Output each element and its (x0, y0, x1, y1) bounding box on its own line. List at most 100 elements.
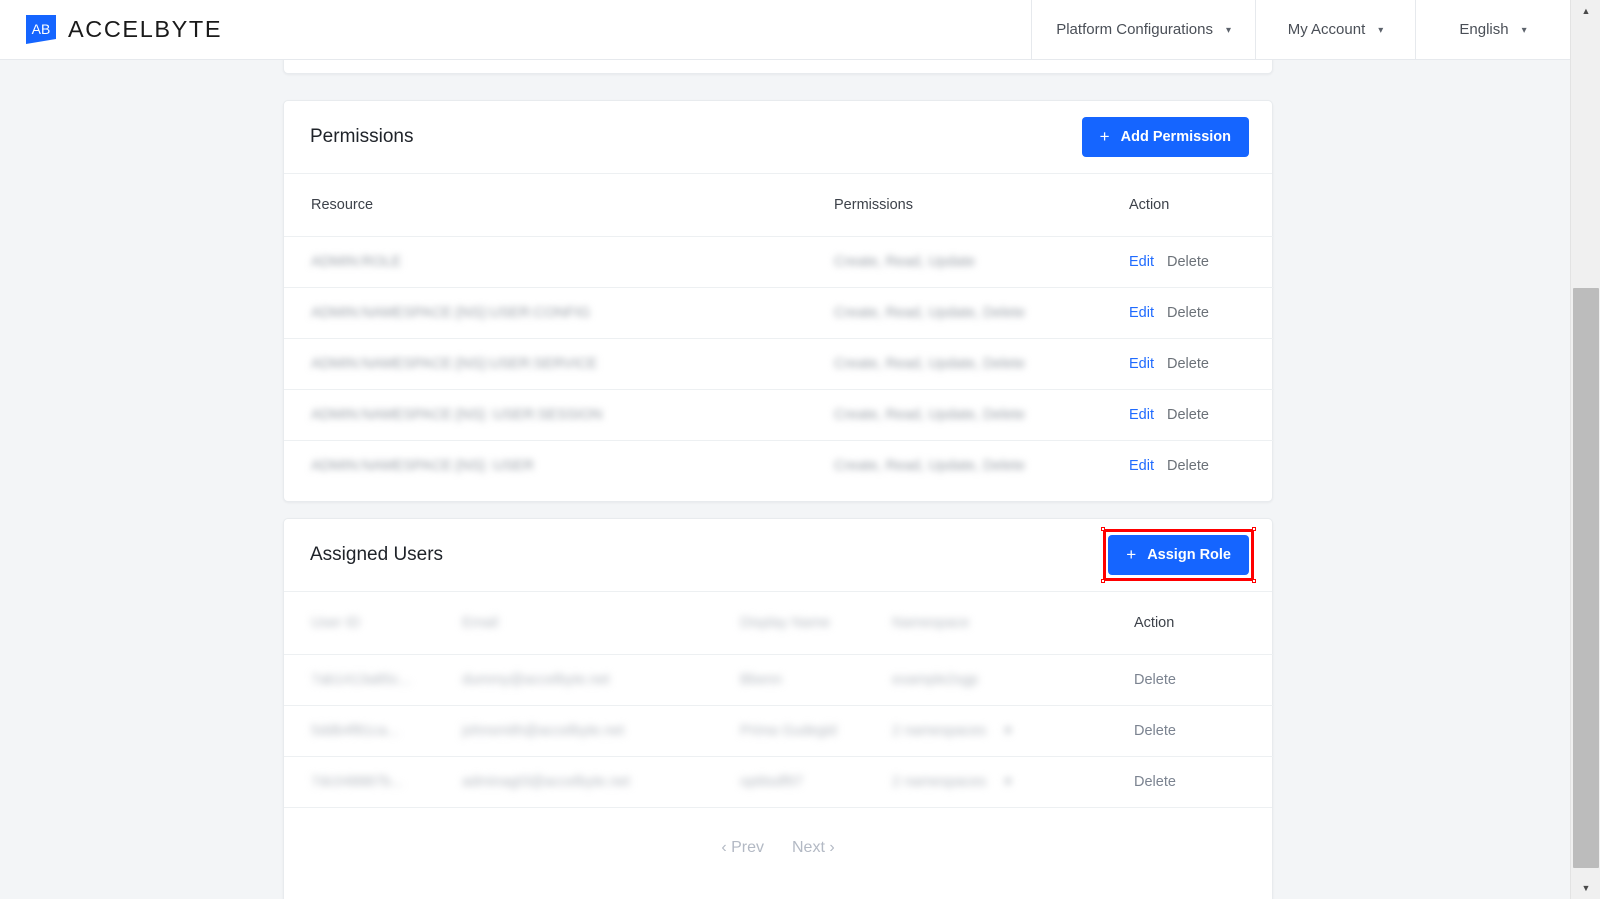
permission-resource: ADMIN:NAMESPACE:{NS} :USER (311, 457, 534, 474)
column-namespace: Namespace (892, 614, 970, 631)
permissions-card-header: Permissions + Add Permission (284, 101, 1272, 174)
chevron-down-icon: ▾ (1521, 24, 1527, 36)
table-row: ADMIN:NAMESPACE:{NS} :USER:SESSION Creat… (284, 389, 1274, 440)
user-display-name-value: Prima Gudegid (740, 722, 837, 739)
user-email-value: johnsmith@accelbyte.net (462, 722, 625, 739)
assign-role-label: Assign Role (1147, 547, 1231, 563)
permissions-card: Permissions + Add Permission Resource Pe… (283, 100, 1274, 502)
permission-permissions: Create, Read, Update, Delete (834, 355, 1026, 372)
user-id-value: 7dc048887b... (311, 773, 403, 790)
accelbyte-logo-icon: AB (25, 14, 57, 45)
pagination-prev-button[interactable]: ‹ Prev (721, 839, 764, 857)
chevron-down-icon[interactable]: ▾ (1004, 774, 1011, 790)
edit-permission-link[interactable]: Edit (1129, 356, 1154, 372)
table-row: ADMIN:ROLE Create, Read, Update Edit Dele… (284, 236, 1274, 287)
assign-role-button[interactable]: + Assign Role (1108, 535, 1249, 575)
table-row: 7dc048887b... adminagt3@accelbyte.net op… (284, 756, 1274, 807)
header-spacer (222, 0, 1031, 59)
delete-user-link[interactable]: Delete (1134, 723, 1176, 739)
user-id-value: 7ab1413a85c... (311, 671, 411, 688)
user-email-value: adminagt3@accelbyte.net (462, 773, 630, 790)
column-email: Email (462, 614, 499, 631)
nav-my-account[interactable]: My Account ▾ (1255, 0, 1415, 59)
column-action: Action (1129, 196, 1170, 213)
scrollbar-thumb[interactable] (1573, 288, 1599, 868)
permission-permissions: Create, Read, Update, Delete (834, 304, 1026, 321)
selection-handle-bottom-right (1252, 579, 1256, 583)
permissions-header-row: Resource Permissions Action (284, 174, 1274, 236)
scroll-up-arrow-icon[interactable]: ▲ (1571, 0, 1600, 22)
delete-permission-link[interactable]: Delete (1167, 254, 1209, 270)
scroll-down-arrow-icon[interactable]: ▼ (1571, 877, 1600, 899)
permission-resource: ADMIN:NAMESPACE:{NS}:USER:SERVICE (311, 355, 598, 372)
user-id-value: 5ddb4f81ca... (311, 722, 399, 739)
column-display-name: Display Name (740, 614, 831, 631)
plus-icon: + (1126, 545, 1137, 564)
nav-platform-configurations[interactable]: Platform Configurations ▾ (1031, 0, 1255, 59)
permission-resource: ADMIN:NAMESPACE:{NS} :USER:SESSION (311, 406, 603, 423)
edit-permission-link[interactable]: Edit (1129, 254, 1154, 270)
top-header-bar: AB ACCELBYTE Platform Configurations ▾ M… (0, 0, 1570, 60)
column-resource: Resource (311, 196, 374, 213)
pagination-controls: ‹ Prev Next › (284, 807, 1272, 887)
table-row: 7ab1413a85c... dummy@accelbyte.net Bbenn… (284, 654, 1274, 705)
assigned-users-table-body: 7ab1413a85c... dummy@accelbyte.net Bbenn… (284, 654, 1274, 807)
assigned-users-title: Assigned Users (310, 544, 444, 565)
user-namespace-value: example2sgp (892, 671, 979, 688)
permissions-title: Permissions (310, 126, 414, 147)
brand-logo[interactable]: AB ACCELBYTE (0, 0, 222, 59)
page-content: Permissions + Add Permission Resource Pe… (0, 12, 1570, 899)
user-namespace-value: 2 namespaces (892, 722, 987, 739)
edit-permission-link[interactable]: Edit (1129, 305, 1154, 321)
permission-permissions: Create, Read, Update (834, 253, 976, 270)
table-row: ADMIN:NAMESPACE:{NS}:USER:CONFIG Create,… (284, 287, 1274, 338)
user-email-value: dummy@accelbyte.net (462, 671, 610, 688)
permissions-table-head: Resource Permissions Action (284, 174, 1274, 236)
plus-icon: + (1099, 127, 1110, 146)
chevron-down-icon[interactable]: ▾ (1004, 723, 1011, 739)
delete-permission-link[interactable]: Delete (1167, 407, 1209, 423)
user-display-name-value: Bbenn (740, 671, 782, 688)
selection-handle-top-left (1101, 527, 1106, 531)
assigned-users-table-head: User ID Email Display Name Namespace Act… (284, 592, 1274, 654)
delete-user-link[interactable]: Delete (1134, 774, 1176, 790)
vertical-scrollbar[interactable]: ▲ ▼ (1570, 0, 1600, 899)
table-row: ADMIN:NAMESPACE:{NS} :USER Create, Read,… (284, 440, 1274, 491)
delete-permission-link[interactable]: Delete (1167, 305, 1209, 321)
assigned-users-card-header: Assigned Users + Assign Role (284, 519, 1272, 592)
permissions-table-body: ADMIN:ROLE Create, Read, Update Edit Dele… (284, 236, 1274, 491)
app-viewport: AB ACCELBYTE Platform Configurations ▾ M… (0, 0, 1600, 899)
nav-language-label: English (1459, 21, 1509, 38)
delete-user-link[interactable]: Delete (1134, 672, 1176, 688)
assigned-users-card: Assigned Users + Assign Role User ID Ema… (283, 518, 1274, 899)
chevron-down-icon: ▾ (1378, 24, 1384, 36)
user-display-name-value: optitsdf97 (740, 773, 803, 790)
brand-name: ACCELBYTE (68, 16, 223, 42)
add-permission-button[interactable]: + Add Permission (1081, 117, 1249, 157)
permissions-table: Resource Permissions Action ADMIN:ROLE C… (284, 174, 1274, 491)
permission-resource: ADMIN:ROLE (311, 253, 402, 270)
pagination-next-button[interactable]: Next › (792, 839, 835, 857)
nav-my-account-label: My Account (1287, 21, 1366, 38)
assigned-users-header-row: User ID Email Display Name Namespace Act… (284, 592, 1274, 654)
assigned-users-table: User ID Email Display Name Namespace Act… (284, 592, 1274, 807)
user-namespace-value: 2 namespaces (892, 773, 987, 790)
table-row: ADMIN:NAMESPACE:{NS}:USER:SERVICE Create… (284, 338, 1274, 389)
assign-role-selection-highlight: + Assign Role (1101, 527, 1256, 583)
edit-permission-link[interactable]: Edit (1129, 458, 1154, 474)
nav-language-selector[interactable]: English ▾ (1415, 0, 1570, 59)
delete-permission-link[interactable]: Delete (1167, 356, 1209, 372)
selection-handle-top-right (1252, 527, 1256, 531)
column-action: Action (1134, 614, 1175, 631)
nav-platform-configurations-label: Platform Configurations (1056, 21, 1213, 38)
table-row: 5ddb4f81ca... johnsmith@accelbyte.net Pr… (284, 705, 1274, 756)
selection-handle-bottom-left (1101, 579, 1106, 583)
permission-resource: ADMIN:NAMESPACE:{NS}:USER:CONFIG (311, 304, 591, 321)
svg-text:AB: AB (32, 21, 51, 37)
add-permission-label: Add Permission (1120, 129, 1231, 145)
column-permissions: Permissions (834, 196, 913, 213)
permission-permissions: Create, Read, Update, Delete (834, 406, 1026, 423)
permission-permissions: Create, Read, Update, Delete (834, 457, 1026, 474)
delete-permission-link[interactable]: Delete (1167, 458, 1209, 474)
edit-permission-link[interactable]: Edit (1129, 407, 1154, 423)
